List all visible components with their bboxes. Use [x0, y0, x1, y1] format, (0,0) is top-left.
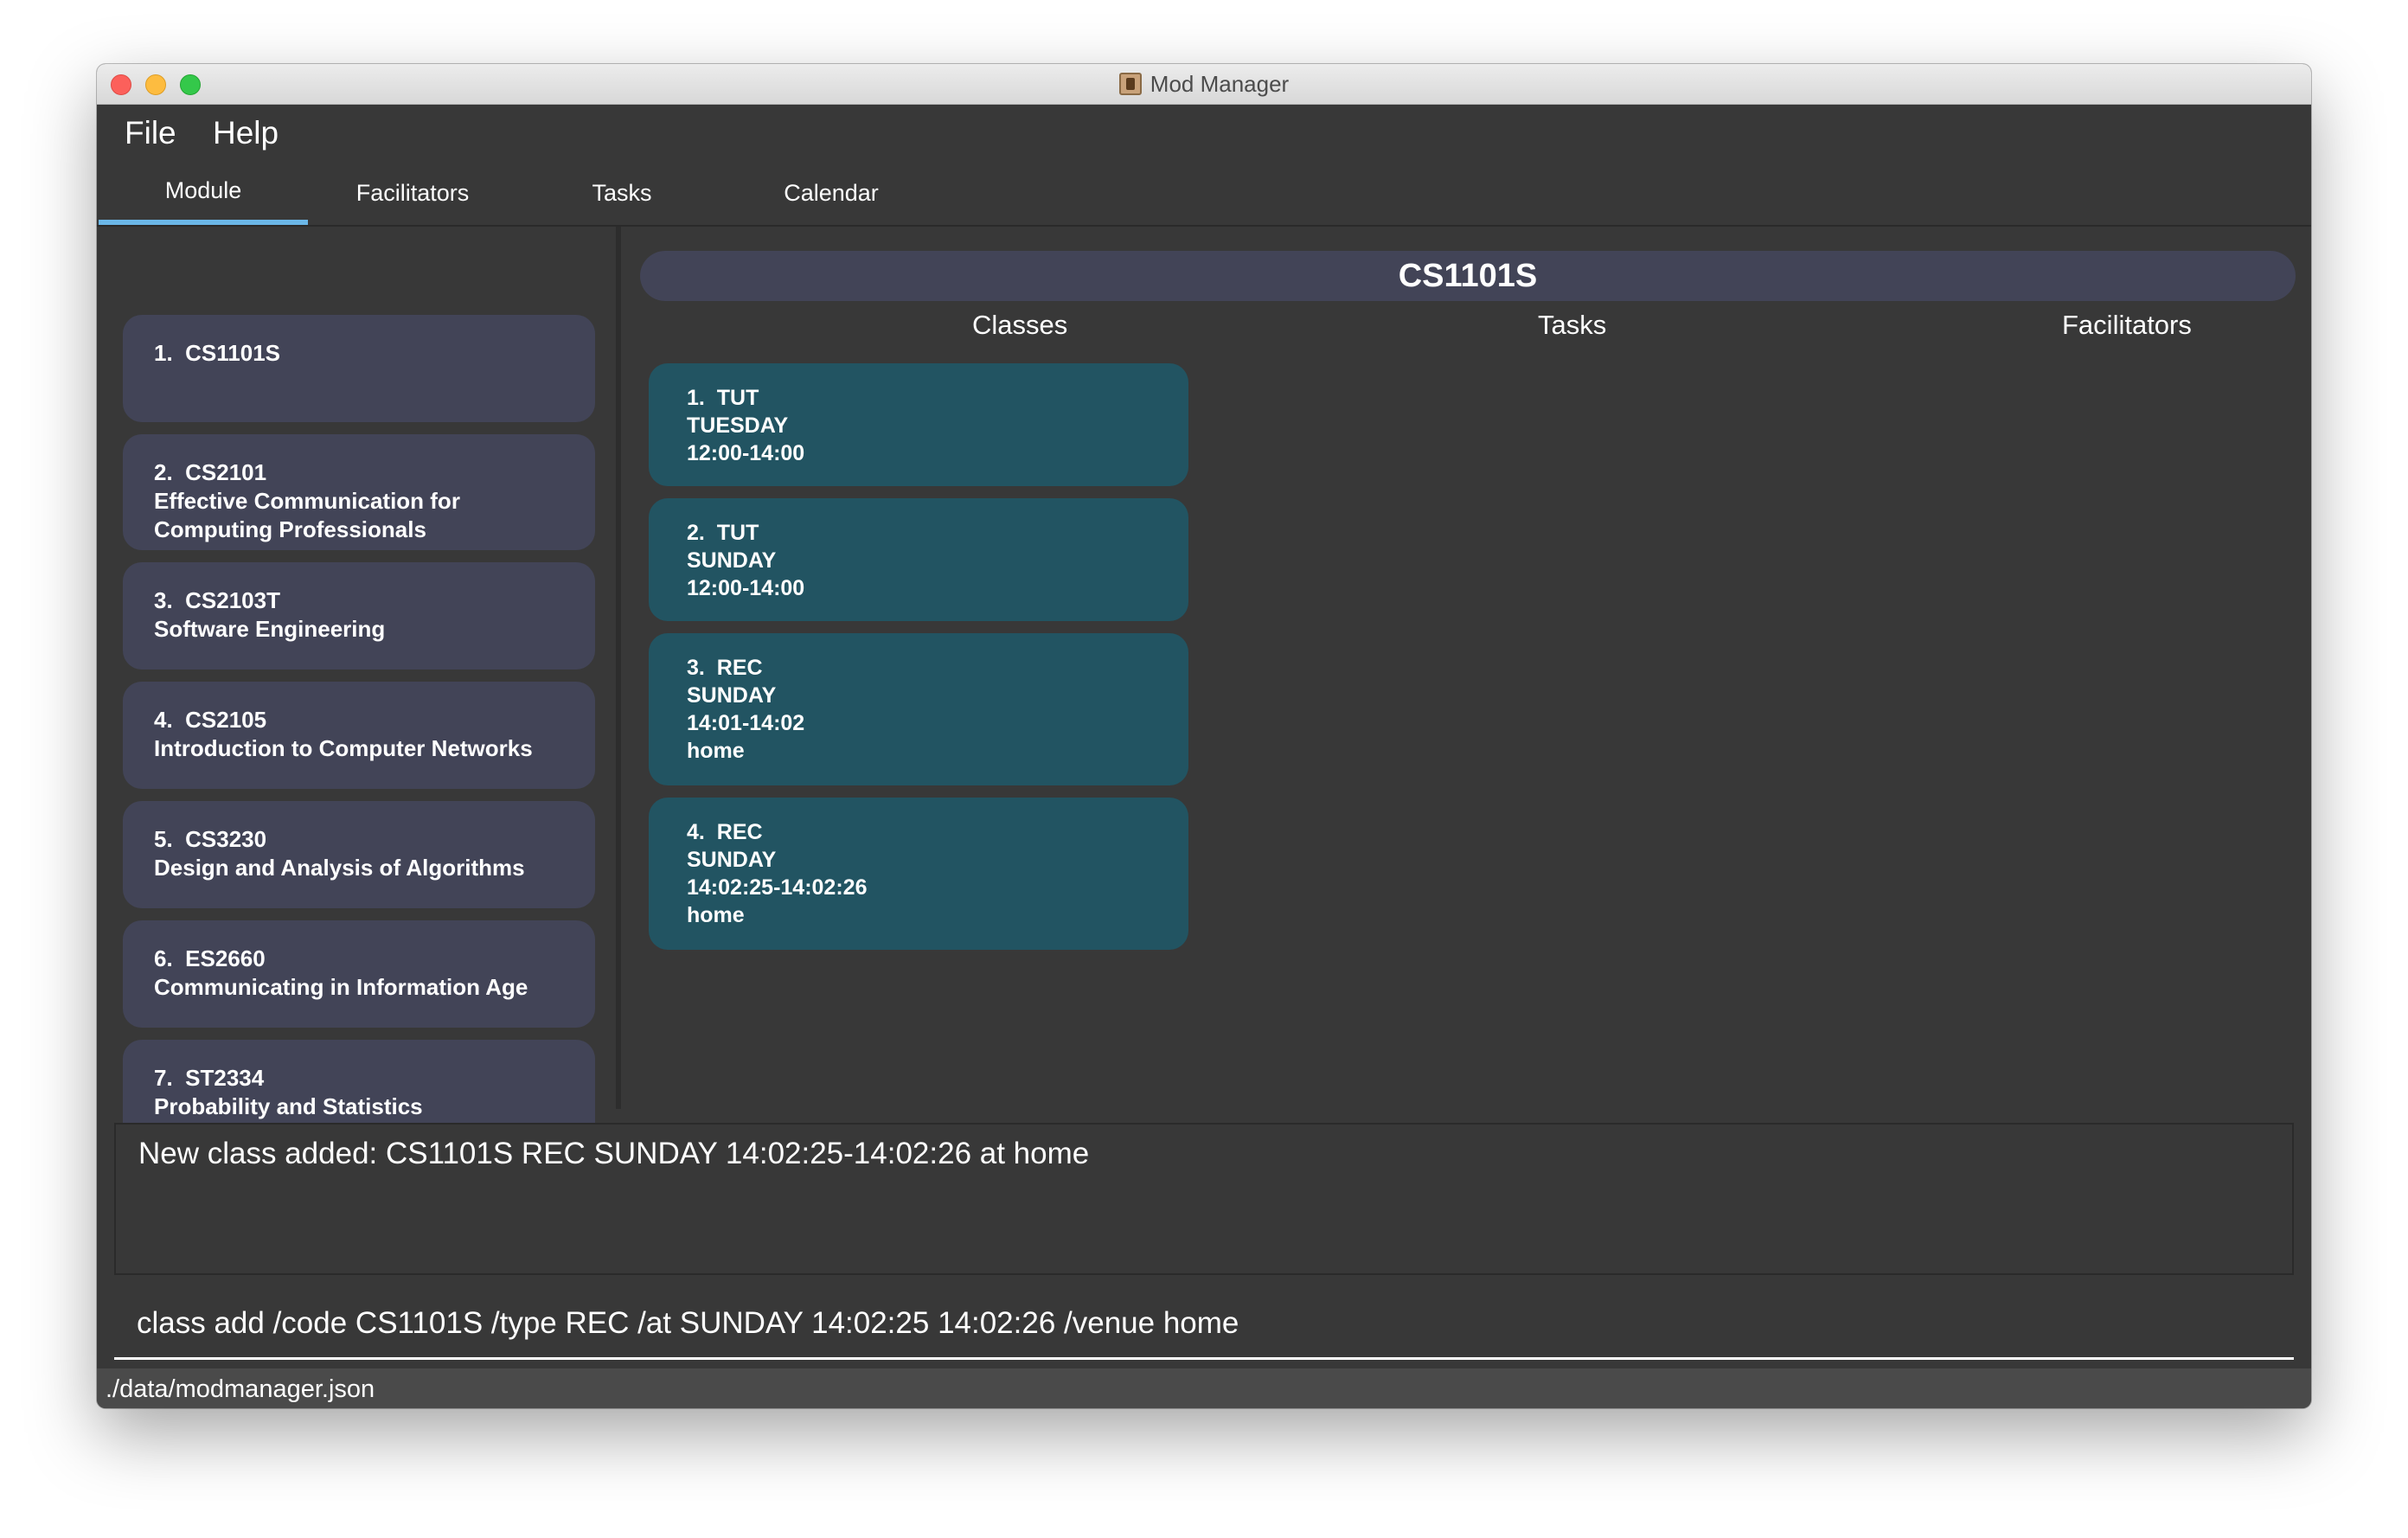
class-venue: home [687, 903, 745, 927]
module-card[interactable]: 3. CS2103T Software Engineering [123, 562, 595, 670]
class-day: SUNDAY [687, 548, 777, 573]
module-code: ST2334 [185, 1065, 265, 1091]
tab-calendar[interactable]: Calendar [727, 161, 936, 225]
result-message: New class added: CS1101S REC SUNDAY 14:0… [138, 1137, 1090, 1170]
data-file-path: ./data/modmanager.json [106, 1375, 375, 1403]
class-venue: home [687, 739, 745, 763]
class-day: TUESDAY [687, 413, 789, 438]
menu-bar: File Help [97, 105, 2311, 160]
module-card[interactable]: 5. CS3230 Design and Analysis of Algorit… [123, 801, 595, 908]
app-window: Mod Manager File Help Module Facilitator… [97, 64, 2311, 1408]
class-type: REC [716, 656, 763, 680]
menu-help[interactable]: Help [213, 115, 279, 151]
class-type: TUT [716, 386, 759, 410]
module-list: 1. CS1101S 2. CS2101 Effective Communica… [97, 227, 621, 1147]
module-card[interactable]: 2. CS2101 Effective Communication for Co… [123, 434, 595, 550]
module-card[interactable]: 4. CS2105 Introduction to Computer Netwo… [123, 682, 595, 789]
command-box [114, 1291, 2294, 1360]
class-type: REC [716, 820, 763, 844]
module-code: CS2103T [185, 587, 280, 613]
classes-column-header: Classes [972, 310, 1068, 340]
title-bar: Mod Manager [97, 64, 2311, 105]
class-card[interactable]: 2. TUT SUNDAY 12:00-14:00 [649, 498, 1188, 621]
module-name: Introduction to Computer Networks [154, 735, 533, 761]
class-card[interactable]: 3. REC SUNDAY 14:01-14:02 home [649, 633, 1188, 785]
module-code: ES2660 [185, 945, 266, 971]
class-day: SUNDAY [687, 848, 777, 872]
module-name: Effective Communication for Computing Pr… [154, 488, 460, 542]
module-card[interactable]: 1. CS1101S [123, 315, 595, 422]
class-card[interactable]: 1. TUT TUESDAY 12:00-14:00 [649, 363, 1188, 486]
class-card[interactable]: 4. REC SUNDAY 14:02:25-14:02:26 home [649, 798, 1188, 950]
module-name: Communicating in Information Age [154, 974, 528, 1000]
class-time: 14:01-14:02 [687, 711, 805, 735]
module-name: Software Engineering [154, 616, 386, 642]
module-code: CS3230 [185, 826, 267, 852]
menu-file[interactable]: File [125, 115, 176, 151]
tab-module[interactable]: Module [99, 161, 308, 225]
tab-facilitators[interactable]: Facilitators [308, 161, 517, 225]
app-icon [1118, 73, 1142, 95]
class-time: 12:00-14:00 [687, 576, 805, 600]
tab-bar: Module Facilitators Tasks Calendar [97, 161, 2311, 227]
module-code: CS2105 [185, 707, 267, 733]
class-day: SUNDAY [687, 683, 777, 708]
facilitators-column-header: Facilitators [2062, 310, 2192, 340]
module-code: CS2101 [185, 459, 267, 485]
module-card[interactable]: 6. ES2660 Communicating in Information A… [123, 920, 595, 1028]
tab-tasks[interactable]: Tasks [517, 161, 727, 225]
module-name: Design and Analysis of Algorithms [154, 855, 525, 881]
window-title: Mod Manager [1150, 70, 1290, 97]
class-time: 12:00-14:00 [687, 441, 805, 465]
module-detail-panel: CS1101S Classes Tasks Facilitators 1. TU… [621, 227, 2311, 1109]
class-time: 14:02:25-14:02:26 [687, 875, 868, 900]
status-bar: ./data/modmanager.json [97, 1368, 2311, 1408]
module-detail-title: CS1101S [640, 251, 2296, 301]
module-code: CS1101S [185, 340, 281, 366]
tasks-column-header: Tasks [1538, 310, 1607, 340]
command-input[interactable] [137, 1298, 2264, 1349]
module-name: Probability and Statistics [154, 1093, 423, 1119]
result-display[interactable]: New class added: CS1101S REC SUNDAY 14:0… [114, 1123, 2294, 1275]
class-type: TUT [716, 521, 759, 545]
